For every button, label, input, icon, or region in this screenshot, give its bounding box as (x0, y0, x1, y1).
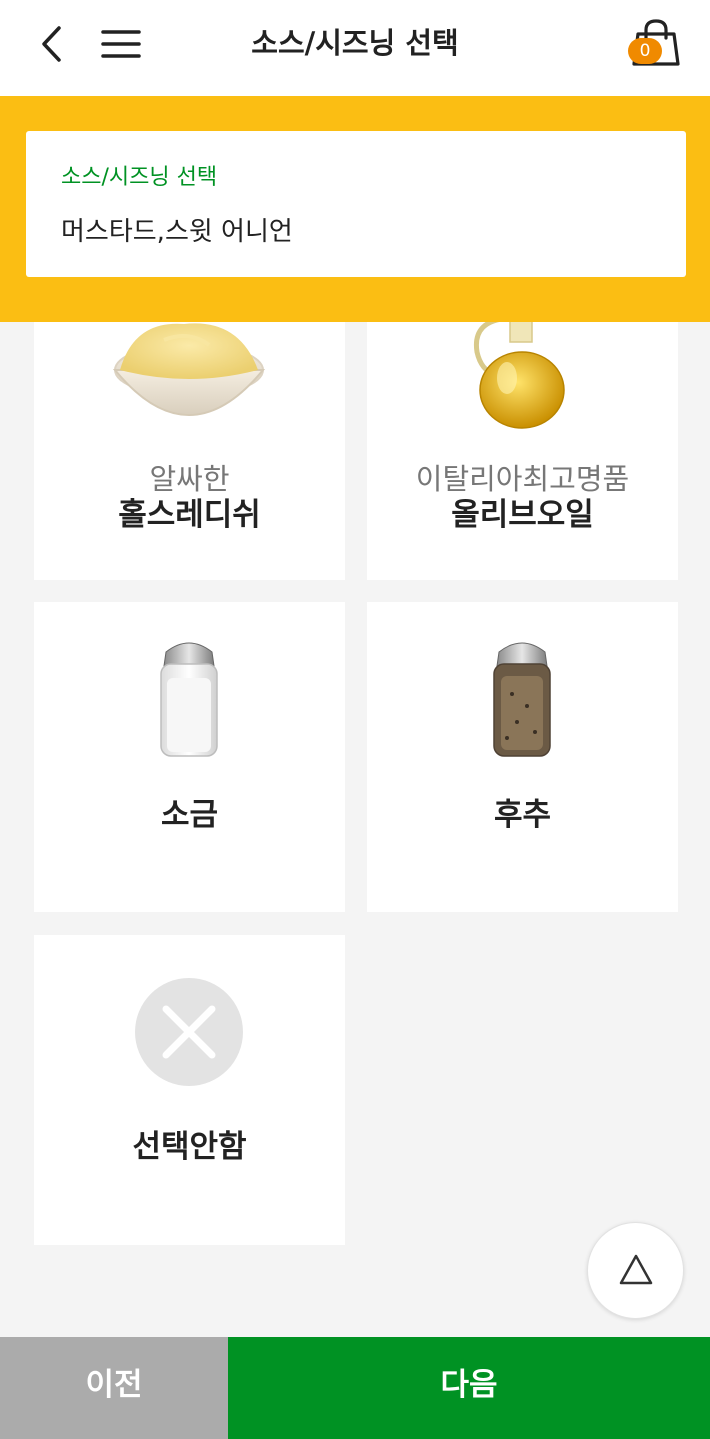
salt-shaker-image (34, 634, 345, 764)
next-button[interactable]: 다음 (228, 1337, 710, 1439)
previous-button[interactable]: 이전 (0, 1337, 228, 1439)
close-circle-icon (135, 978, 243, 1086)
option-card-salt[interactable]: 소금 (34, 602, 345, 912)
page-title: 소스/시즈닝 선택 (251, 26, 459, 60)
summary-label: 소스/시즈닝 선택 (61, 165, 218, 190)
selection-summary-card: 소스/시즈닝 선택 머스타드,스윗 어니언 (26, 131, 686, 277)
option-name: 소금 (160, 797, 219, 833)
pepper-shaker-image (367, 634, 678, 764)
summary-value: 머스타드,스윗 어니언 (61, 217, 293, 247)
option-name: 후추 (493, 797, 552, 833)
option-name: 홀스레디쉬 (118, 497, 261, 533)
triangle-up-icon (619, 1254, 653, 1285)
option-card-pepper[interactable]: 후추 (367, 602, 678, 912)
option-name: 올리브오일 (451, 497, 594, 533)
scroll-to-top-button[interactable] (587, 1222, 684, 1319)
app-header: 소스/시즈닝 선택 0 (0, 0, 710, 96)
none-option-icon-wrap (34, 978, 345, 1088)
option-card-none[interactable]: 선택안함 (34, 935, 345, 1245)
selection-summary-band: 소스/시즈닝 선택 머스타드,스윗 어니언 (0, 96, 710, 322)
option-name: 선택안함 (132, 1129, 247, 1165)
cart-count-badge: 0 (628, 38, 662, 64)
